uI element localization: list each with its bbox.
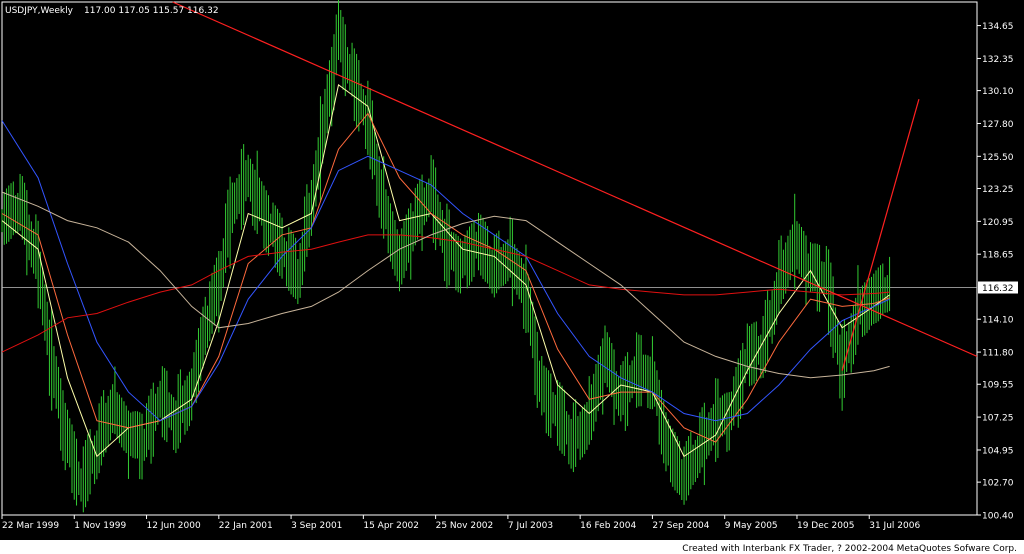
x-tick-label: 16 Feb 2004 bbox=[580, 521, 636, 531]
symbol-label: USDJPY,Weekly bbox=[5, 6, 74, 16]
x-tick-label: 19 Dec 2005 bbox=[797, 521, 855, 531]
x-tick-label: 27 Sep 2004 bbox=[652, 521, 709, 531]
x-tick-label: 7 Jul 2003 bbox=[508, 521, 553, 531]
y-tick-label: 111.80 bbox=[982, 349, 1014, 359]
x-tick-label: 25 Nov 2002 bbox=[436, 521, 494, 531]
y-tick-label: 123.25 bbox=[982, 185, 1014, 195]
x-tick-label: 3 Sep 2001 bbox=[291, 521, 342, 531]
ohlc-values: 117.00 117.05 115.57 116.32 bbox=[84, 6, 219, 16]
x-tick-label: 31 Jul 2006 bbox=[869, 521, 920, 531]
y-tick-label: 130.10 bbox=[982, 87, 1014, 97]
y-tick-label: 125.50 bbox=[982, 153, 1014, 163]
y-tick-label: 114.10 bbox=[982, 316, 1014, 326]
y-tick-label: 107.25 bbox=[982, 414, 1014, 424]
y-tick-label: 109.55 bbox=[982, 381, 1014, 391]
y-tick-label: 120.95 bbox=[982, 218, 1014, 228]
y-tick-label: 132.35 bbox=[982, 55, 1014, 65]
y-tick-label: 100.40 bbox=[982, 512, 1014, 522]
y-tick-label: 104.95 bbox=[982, 446, 1014, 456]
y-tick-label: 102.70 bbox=[982, 479, 1014, 489]
y-tick-label: 134.65 bbox=[982, 22, 1014, 32]
chart-header: USDJPY,Weekly 117.00 117.05 115.57 116.3… bbox=[5, 6, 219, 16]
x-tick-label: 9 May 2005 bbox=[725, 521, 778, 531]
x-tick-label: 1 Nov 1999 bbox=[74, 521, 126, 531]
y-tick-label: 127.80 bbox=[982, 120, 1014, 130]
x-tick-label: 12 Jun 2000 bbox=[147, 521, 201, 531]
current-price-tag-label: 116.32 bbox=[982, 284, 1014, 294]
x-tick-label: 22 Jan 2001 bbox=[219, 521, 273, 531]
x-tick-label: 22 Mar 1999 bbox=[2, 521, 59, 531]
y-tick-label: 118.65 bbox=[982, 251, 1014, 261]
footer-credit: Created with Interbank FX Trader, ? 2002… bbox=[682, 544, 1017, 554]
x-tick-label: 15 Apr 2002 bbox=[363, 521, 419, 531]
price-chart: 134.65 132.35 130.10 127.80 125.50 123.25 120.… bbox=[0, 0, 1024, 554]
